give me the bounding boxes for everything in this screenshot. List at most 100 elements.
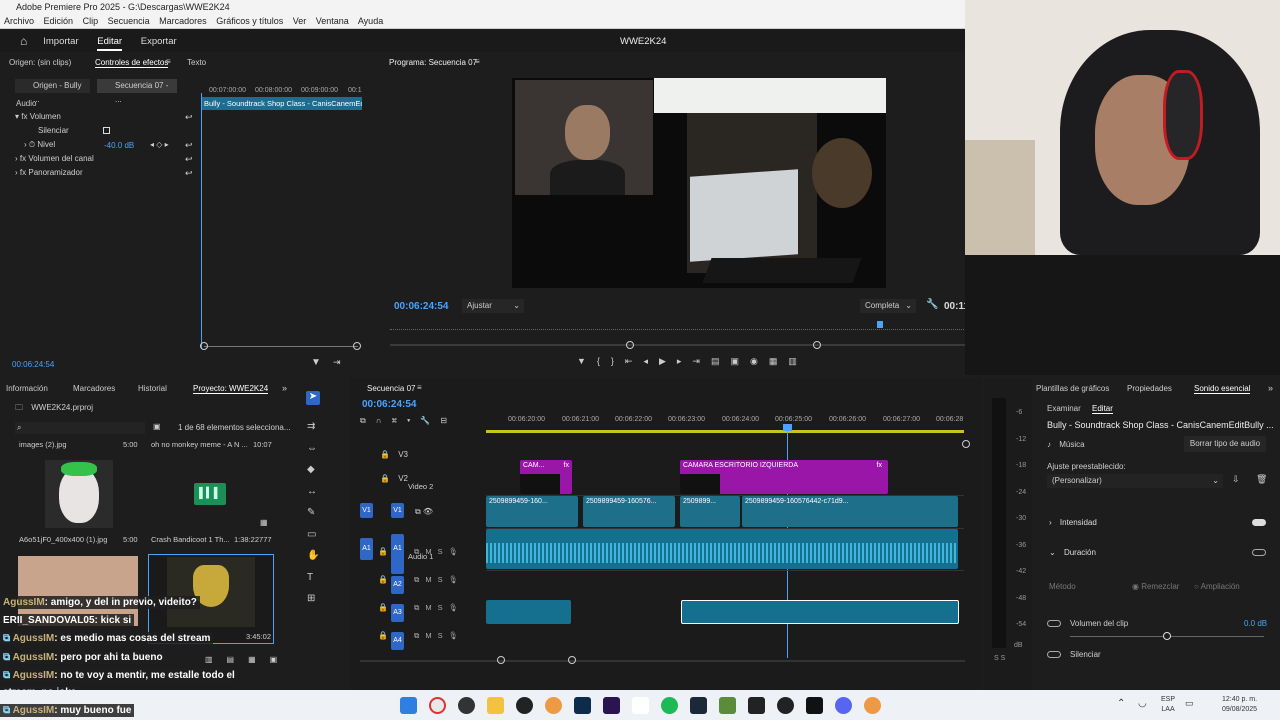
thumbnail-joker[interactable] [45,460,113,528]
tab-marcadores[interactable]: Marcadores [73,384,115,393]
obs-icon[interactable] [457,696,475,714]
reset-icon[interactable]: ↩ [185,168,193,179]
clip-cam[interactable]: CAM... fx [520,460,572,494]
x-icon[interactable] [805,696,823,714]
silenciar-toggle[interactable] [1047,651,1061,658]
work-area-bar[interactable] [486,430,964,433]
language-indicator[interactable]: ESP LAA [1161,695,1175,715]
more-tabs-icon[interactable]: » [282,383,287,393]
silenciar-checkbox[interactable] [103,127,110,134]
solo-buttons[interactable]: S S [994,655,1005,662]
track-target-a1[interactable]: A1 [391,534,404,574]
reset-icon[interactable]: ↩ [185,112,193,123]
keyframe-nav-icon[interactable]: ◂ ◇ ▸ [150,140,169,149]
tool-icons[interactable]: ⇉ ⇔ ◆ ↔ ✎ ▭ ✋ T ⊞ [307,416,319,610]
eye-icon[interactable]: ⧉ 👁 [415,507,433,517]
tab-plantillas[interactable]: Plantillas de gráficos [1036,384,1109,393]
item-name[interactable]: A6o51jF0_400x400 (1).jpg [19,535,107,544]
tab-texto[interactable]: Texto [187,58,206,67]
network-icon[interactable]: ▭ [1185,698,1194,709]
bin-icon[interactable]: ▣ [153,422,161,431]
menu-secuencia[interactable]: Secuencia [108,16,150,26]
preset-dropdown[interactable]: (Personalizar) ⌄ [1047,474,1223,488]
scroll-handle-left[interactable] [200,342,208,350]
spotify-icon[interactable] [660,696,678,714]
volumen-canal-label[interactable]: Volumen del canal [28,154,93,163]
app-icon[interactable] [515,696,533,714]
playhead-handle[interactable] [783,424,792,431]
scroll-handle-left[interactable] [497,656,505,664]
tab-sonido-esencial[interactable]: Sonido esencial [1194,384,1251,394]
effect-playhead[interactable] [201,93,202,348]
scroll-handle-right[interactable] [568,656,576,664]
capcut-icon[interactable] [747,696,765,714]
volumen-clip-value[interactable]: 0.0 dB [1244,619,1267,628]
home-icon[interactable]: ⌂ [20,34,27,48]
clip-audio-a3[interactable] [486,600,571,624]
program-title[interactable]: Programa: Secuencia 07 [389,58,477,67]
clip-audio-a1[interactable] [486,529,958,569]
program-ruler[interactable] [390,325,1008,330]
track-target-a4[interactable]: A4 [391,632,404,650]
steam-icon[interactable] [689,696,707,714]
ampliacion-radio[interactable]: ○ Ampliación [1194,582,1240,591]
menu-ayuda[interactable]: Ayuda [358,16,383,26]
blank-icon[interactable] [631,696,649,714]
source-patch-v1[interactable]: V1 [360,503,373,518]
menu-edicion[interactable]: Edición [44,16,74,26]
item-name[interactable]: images (2).jpg [19,440,67,449]
minecraft-icon[interactable] [718,696,736,714]
menu-ver[interactable]: Ver [293,16,307,26]
timeline-timecode[interactable]: 00:06:24:54 [362,399,416,410]
chrome-icon[interactable] [863,696,881,714]
tab-informacion[interactable]: Información [6,384,48,393]
track-lock-icons[interactable]: 🔒 🔒 🔒 🔒 [378,538,388,650]
start-icon[interactable] [399,696,417,714]
origin-dropdown[interactable]: Origen - Bully ... [15,79,90,104]
remezclar-radio[interactable]: ◉ Remezclar [1132,582,1179,591]
tray-chevron-icon[interactable]: ⌃ [1117,698,1125,709]
volumen-label[interactable]: Volumen [30,112,61,121]
premiere-icon[interactable] [602,696,620,714]
reset-icon[interactable]: ↩ [185,154,193,165]
menu-icon[interactable]: ≡ [475,57,480,66]
duracion-section[interactable]: ⌄ Duración [1049,548,1096,557]
tab-editar[interactable]: Editar [97,35,123,51]
track-msr-controls[interactable]: ⧉MS🎙 ⧉MS🎙 ⧉MS🎙 ⧉MS🎙 [414,538,464,650]
tab-editar-sonido[interactable]: Editar [1092,404,1113,414]
project-footer-icons[interactable]: ▥▤▦▣ [205,655,291,664]
program-timecode[interactable]: 00:06:24:54 [394,301,448,312]
clip-v1[interactable]: 2509899459-160576442-c71d9... [742,496,958,527]
filter-icon[interactable]: ▼ [311,357,321,368]
photoshop-icon[interactable] [573,696,591,714]
discord-icon[interactable] [834,696,852,714]
tab-examinar[interactable]: Examinar [1047,404,1081,413]
intensidad-section[interactable]: › Intensidad [1049,518,1097,527]
tab-propiedades[interactable]: Propiedades [1127,384,1172,393]
clip-v1[interactable]: 2509899... [680,496,740,527]
clip-camara-escritorio[interactable]: CAMARA ESCRITORIO IZQUIERDA fx [680,460,888,494]
chrome-icon[interactable] [544,696,562,714]
selection-tool-icon[interactable]: ➤ [306,391,320,405]
menu-marcadores[interactable]: Marcadores [159,16,207,26]
tab-exportar[interactable]: Exportar [141,36,177,47]
item-name[interactable]: Crash Bandicoot 1 Th... [151,535,230,544]
timeline-tool-icons[interactable]: ⧉∩⌘▾🔧⊟ [360,416,457,426]
menu-ventana[interactable]: Ventana [316,16,349,26]
source-patch-a1[interactable]: A1 [360,538,373,560]
project-search-input[interactable]: ⌕ [15,422,145,434]
opera-icon[interactable] [428,696,446,714]
track-target-a2[interactable]: A2 [391,576,404,594]
more-tabs-icon[interactable]: » [1268,383,1273,393]
menu-archivo[interactable]: Archivo [4,16,34,26]
audio-wave-icon[interactable]: ▌▍▌ [194,483,226,505]
v-scroll-handle[interactable] [962,440,970,448]
panoramizador-label[interactable]: Panoramizador [28,168,82,177]
program-video[interactable] [512,78,886,288]
tab-importar[interactable]: Importar [43,36,78,47]
program-zoom-bar[interactable] [390,344,1008,346]
effect-clip-bar[interactable]: Bully - Soundtrack Shop Class - CanisCan… [202,97,362,110]
menu-clip[interactable]: Clip [83,16,99,26]
quality-dropdown[interactable]: Completa ⌄ [860,299,916,313]
folder-icon[interactable] [486,696,504,714]
